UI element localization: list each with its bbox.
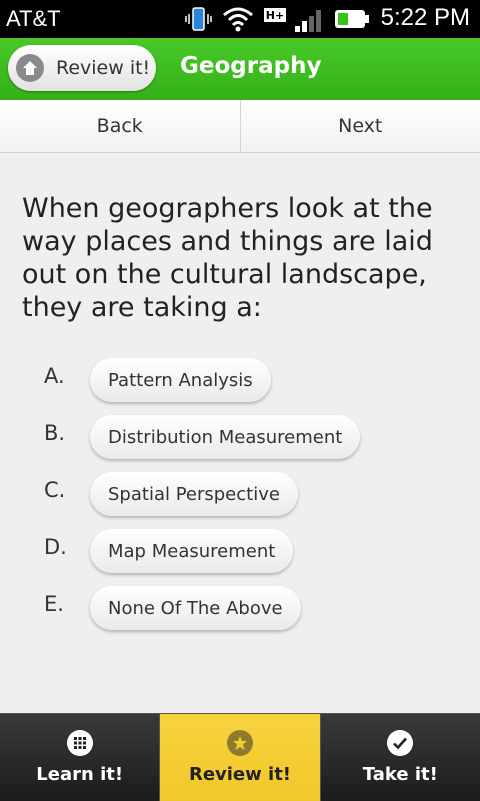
carrier-label: AT&T [6, 6, 61, 32]
review-it-label: Review it! [56, 57, 150, 79]
choice-e: E. None Of The Above [0, 586, 480, 632]
answer-button-c[interactable]: Spatial Perspective [90, 472, 298, 516]
signal-icon [292, 0, 328, 38]
choice-letter: B. [44, 421, 65, 445]
tab-label: Take it! [363, 764, 438, 785]
review-it-button[interactable]: Review it! [8, 45, 156, 91]
question-text: When geographers look at the way places … [22, 192, 462, 324]
tab-take-it[interactable]: Take it! [321, 714, 480, 801]
back-button[interactable]: Back [0, 100, 241, 152]
choice-letter: C. [44, 478, 65, 502]
home-icon [16, 54, 44, 82]
choice-c: C. Spatial Perspective [0, 472, 480, 518]
nav-bar: Back Next [0, 100, 480, 153]
svg-text:H+: H+ [266, 9, 284, 22]
clock: 5:22 PM [381, 4, 470, 32]
tab-learn-it[interactable]: Learn it! [0, 714, 160, 801]
status-bar: AT&T H+ 5:22 [0, 0, 480, 38]
next-button[interactable]: Next [241, 100, 480, 152]
choice-a: A. Pattern Analysis [0, 358, 480, 404]
tab-label: Review it! [189, 764, 291, 785]
page-title: Geography [180, 53, 321, 79]
wifi-icon [220, 0, 256, 38]
vibrate-icon [182, 0, 214, 38]
answer-button-e[interactable]: None Of The Above [90, 586, 301, 630]
check-icon [387, 730, 413, 756]
hplus-icon: H+ [262, 0, 288, 38]
choice-letter: D. [44, 535, 67, 559]
star-icon [227, 730, 253, 756]
choice-d: D. Map Measurement [0, 529, 480, 575]
bottom-tab-bar: Learn it! Review it! Take it! [0, 713, 480, 801]
choice-letter: E. [44, 592, 64, 616]
tab-label: Learn it! [36, 764, 123, 785]
answer-button-b[interactable]: Distribution Measurement [90, 415, 360, 459]
choice-letter: A. [44, 364, 65, 388]
title-bar: Review it! Geography [0, 38, 480, 100]
battery-icon [332, 0, 372, 38]
answer-button-a[interactable]: Pattern Analysis [90, 358, 271, 402]
grid-icon [67, 730, 93, 756]
choice-b: B. Distribution Measurement [0, 415, 480, 461]
answer-button-d[interactable]: Map Measurement [90, 529, 293, 573]
tab-review-it[interactable]: Review it! [160, 714, 320, 801]
